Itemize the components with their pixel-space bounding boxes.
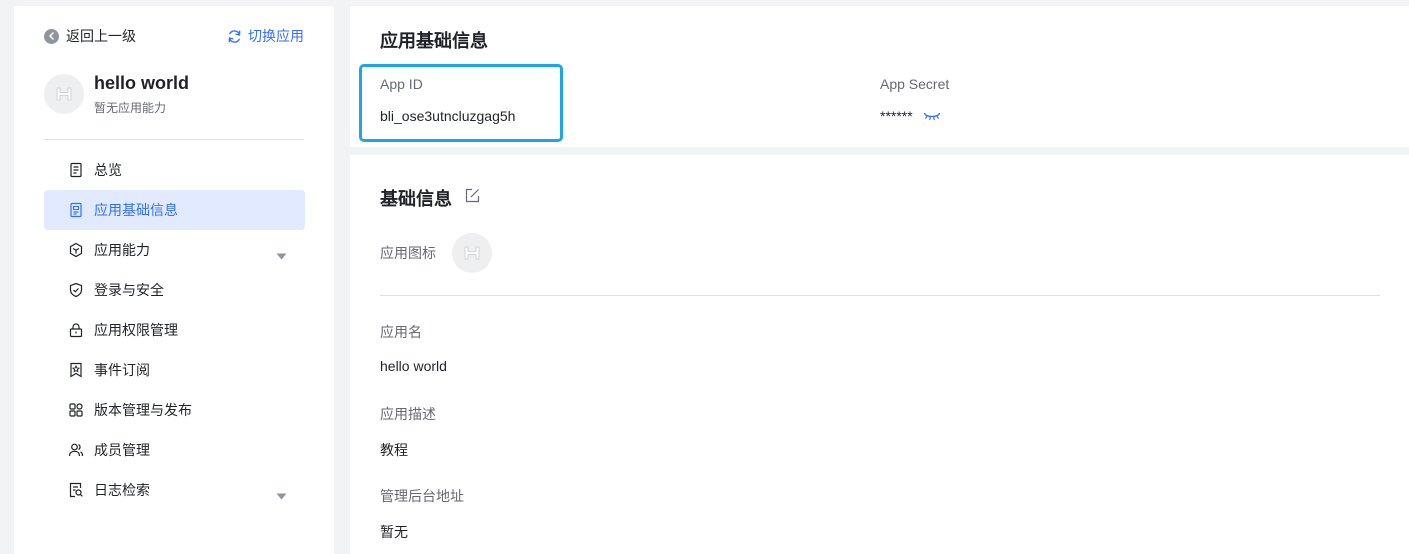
app-icon-row: 应用图标 <box>380 233 492 273</box>
app-name-label: 应用名 <box>380 324 422 340</box>
sidebar-item-label: 应用基础信息 <box>94 202 178 218</box>
admin-url-label: 管理后台地址 <box>380 488 464 504</box>
app-id-value[interactable]: bli_ose3utncluzgag5h <box>380 108 515 124</box>
chevron-left-icon <box>44 28 59 44</box>
basic-info-divider <box>380 295 1380 296</box>
sidebar-item-overview[interactable]: 总览 <box>44 150 305 190</box>
bookmark-icon <box>68 362 84 378</box>
credentials-title: 应用基础信息 <box>380 31 488 51</box>
eye-closed-icon[interactable] <box>923 111 941 121</box>
sidebar-item-app-capability[interactable]: 应用能力 <box>44 230 305 270</box>
app-logo-icon <box>56 87 72 101</box>
sidebar-item-label: 事件订阅 <box>94 362 150 378</box>
admin-url-value: 暂无 <box>380 524 408 540</box>
app-id-label: App ID <box>380 76 423 92</box>
refresh-icon <box>228 29 241 43</box>
sidebar-item-label: 总览 <box>94 162 122 178</box>
hexagon-icon <box>68 242 84 258</box>
sidebar-item-event-subscription[interactable]: 事件订阅 <box>44 350 305 390</box>
app-description-value: 教程 <box>380 442 408 458</box>
users-icon <box>68 442 84 458</box>
app-secret-value: ****** <box>880 108 913 124</box>
credentials-panel: 应用基础信息 App ID bli_ose3utncluzgag5h App S… <box>350 6 1409 147</box>
app-logo-icon <box>464 246 480 260</box>
admin-url-field: 管理后台地址 暂无 <box>380 486 464 542</box>
sidebar: 返回上一级 切换应用 hello world 暂无应用能力 总览 应用基础信息 … <box>14 6 334 554</box>
app-name-value: hello world <box>380 358 447 374</box>
sidebar-item-members[interactable]: 成员管理 <box>44 430 305 470</box>
app-id-field: App ID bli_ose3utncluzgag5h <box>380 76 515 124</box>
app-secret-label: App Secret <box>880 76 950 92</box>
document-list-icon <box>68 162 84 178</box>
sidebar-top-bar: 返回上一级 切换应用 <box>44 26 304 46</box>
shield-icon <box>68 282 84 298</box>
sidebar-divider <box>44 139 304 140</box>
back-button[interactable]: 返回上一级 <box>44 26 136 46</box>
lock-icon <box>68 322 84 338</box>
caret-down-icon[interactable] <box>276 487 287 503</box>
sidebar-item-label: 应用能力 <box>94 242 150 258</box>
document-icon <box>68 202 84 218</box>
sidebar-item-label: 日志检索 <box>94 482 150 498</box>
sidebar-item-version-release[interactable]: 版本管理与发布 <box>44 390 305 430</box>
sidebar-item-label: 应用权限管理 <box>94 322 178 338</box>
app-icon-preview <box>452 233 492 273</box>
app-card: hello world 暂无应用能力 <box>44 72 189 116</box>
sidebar-item-login-security[interactable]: 登录与安全 <box>44 270 305 310</box>
app-description-label: 应用描述 <box>380 406 436 422</box>
sidebar-item-basic-info[interactable]: 应用基础信息 <box>44 190 305 230</box>
back-label: 返回上一级 <box>66 28 136 44</box>
edit-icon[interactable] <box>465 188 480 208</box>
sidebar-nav: 总览 应用基础信息 应用能力 登录与安全 应用权限管理 事件订阅 版本管理与发布… <box>44 150 305 510</box>
grid-icon <box>68 402 84 418</box>
app-avatar <box>44 74 84 114</box>
app-name-field: 应用名 hello world <box>380 322 447 374</box>
sidebar-item-label: 版本管理与发布 <box>94 402 192 418</box>
app-subtitle: 暂无应用能力 <box>94 101 167 115</box>
app-secret-field: App Secret ****** <box>880 76 949 124</box>
app-name: hello world <box>94 73 190 93</box>
basic-info-title: 基础信息 <box>380 189 452 209</box>
log-search-icon <box>68 482 84 498</box>
sidebar-item-label: 登录与安全 <box>94 282 164 298</box>
switch-app-button[interactable]: 切换应用 <box>227 26 304 46</box>
sidebar-item-permissions[interactable]: 应用权限管理 <box>44 310 305 350</box>
app-description-field: 应用描述 教程 <box>380 404 436 460</box>
sidebar-item-label: 成员管理 <box>94 442 150 458</box>
switch-app-label: 切换应用 <box>248 28 304 44</box>
basic-info-panel: 基础信息 应用图标 应用名 hello world 应用描述 教程 管理后台地址… <box>350 155 1409 554</box>
sidebar-item-log-search[interactable]: 日志检索 <box>44 470 305 510</box>
app-icon-label: 应用图标 <box>380 245 436 261</box>
caret-down-icon[interactable] <box>276 247 287 263</box>
